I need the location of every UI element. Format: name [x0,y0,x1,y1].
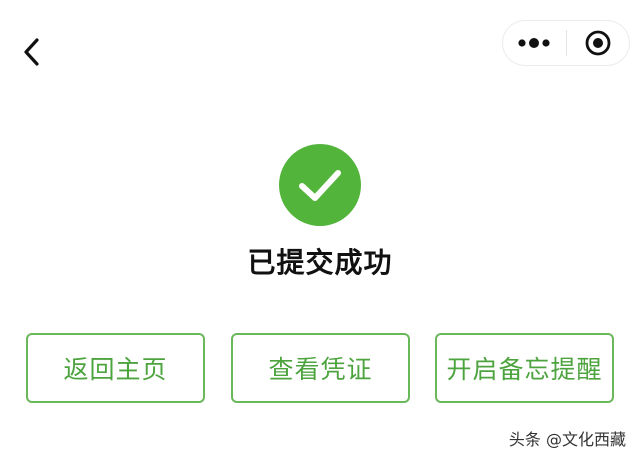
mini-program-capsule [502,20,630,66]
more-button[interactable] [503,21,566,65]
enable-reminder-button[interactable]: 开启备忘提醒 [435,333,614,403]
return-home-button[interactable]: 返回主页 [26,333,205,403]
result-title: 已提交成功 [247,246,393,279]
check-circle-icon [279,144,361,226]
close-mini-program-button[interactable] [566,21,629,65]
back-button[interactable] [14,32,50,72]
watermark: 头条 @文化西藏 [508,430,626,449]
more-dots-icon [518,38,550,48]
target-close-icon [585,30,611,56]
view-voucher-button[interactable]: 查看凭证 [231,333,410,403]
chevron-left-icon [24,38,39,66]
